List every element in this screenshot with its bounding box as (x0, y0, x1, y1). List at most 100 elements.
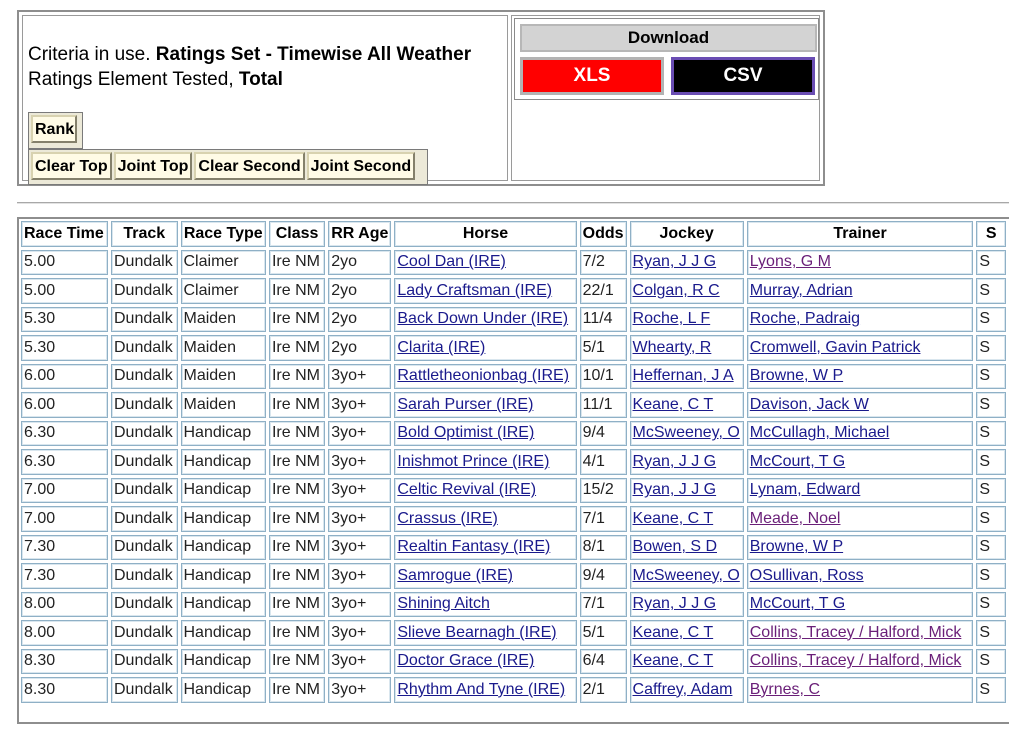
horse-link[interactable]: Samrogue (IRE) (397, 567, 513, 584)
download-box: Download XLS CSV (514, 18, 819, 100)
rr-age-cell: 2yo (328, 335, 392, 361)
table-row: 6.00 Dundalk Maiden Ire NM 3yo+ Rattletheonio… (21, 363, 1006, 389)
extra-cell: S (976, 249, 1006, 275)
jockey-link[interactable]: Keane, C T (633, 510, 714, 527)
joint-top-button[interactable]: Joint Top (113, 152, 193, 180)
jockey-link[interactable]: Ryan, J J G (633, 453, 717, 470)
horse-link[interactable]: Inishmot Prince (IRE) (397, 453, 549, 470)
trainer-link[interactable]: Davison, Jack W (750, 396, 869, 413)
jockey-link[interactable]: Whearty, R (633, 339, 712, 356)
clear-top-button[interactable]: Clear Top (31, 152, 112, 180)
trainer-link[interactable]: McCourt, T G (750, 453, 845, 470)
joint-second-button[interactable]: Joint Second (306, 152, 416, 180)
class-cell: Ire NM (268, 363, 326, 389)
horse-link[interactable]: Slieve Bearnagh (IRE) (397, 624, 556, 641)
rr-age-cell: 3yo+ (328, 620, 392, 646)
trainer-link[interactable]: Roche, Padraig (750, 310, 860, 327)
horse-link[interactable]: Crassus (IRE) (397, 510, 497, 527)
jockey-cell: Keane, C T (629, 506, 744, 532)
header-odds[interactable]: Odds (579, 221, 627, 247)
track-cell: Dundalk (110, 506, 178, 532)
horse-link[interactable]: Doctor Grace (IRE) (397, 652, 534, 669)
header-track[interactable]: Track (110, 221, 178, 247)
trainer-cell: Byrnes, C (746, 677, 974, 703)
jockey-link[interactable]: Keane, C T (633, 624, 714, 641)
jockey-link[interactable]: McSweeney, O (633, 424, 740, 441)
extra-cell: S (976, 477, 1006, 503)
table-header-row: Race Time Track Race Type Class RR Age H… (21, 221, 1006, 247)
horse-link[interactable]: Lady Craftsman (IRE) (397, 282, 552, 299)
download-title: Download (520, 24, 817, 52)
jockey-link[interactable]: Ryan, J J G (633, 253, 717, 270)
odds-cell: 11/4 (579, 306, 627, 332)
trainer-link[interactable]: Collins, Tracey / Halford, Mick (750, 624, 962, 641)
odds-cell: 4/1 (579, 449, 627, 475)
header-jockey[interactable]: Jockey (629, 221, 744, 247)
horse-link[interactable]: Clarita (IRE) (397, 339, 485, 356)
jockey-link[interactable]: Bowen, S D (633, 538, 717, 555)
jockey-link[interactable]: Colgan, R C (633, 282, 720, 299)
trainer-link[interactable]: Browne, W P (750, 538, 843, 555)
track-cell: Dundalk (110, 620, 178, 646)
csv-download-button[interactable]: CSV (671, 57, 815, 95)
rank-button[interactable]: Rank (31, 115, 77, 143)
header-trainer[interactable]: Trainer (746, 221, 974, 247)
extra-cell: S (976, 335, 1006, 361)
jockey-link[interactable]: Keane, C T (633, 652, 714, 669)
trainer-link[interactable]: OSullivan, Ross (750, 567, 864, 584)
rank-button-group: Rank (28, 112, 83, 149)
horse-link[interactable]: Sarah Purser (IRE) (397, 396, 533, 413)
trainer-cell: Browne, W P (746, 534, 974, 560)
race-type-cell: Handicap (180, 648, 266, 674)
horse-link[interactable]: Back Down Under (IRE) (397, 310, 568, 327)
trainer-link[interactable]: McCullagh, Michael (750, 424, 890, 441)
trainer-link[interactable]: Lyons, G M (750, 253, 831, 270)
race-time-cell: 8.30 (21, 648, 108, 674)
race-type-cell: Handicap (180, 591, 266, 617)
jockey-cell: Caffrey, Adam (629, 677, 744, 703)
criteria-cell: Criteria in use. Ratings Set - Timewise … (22, 15, 508, 185)
trainer-link[interactable]: Browne, W P (750, 367, 843, 384)
horse-link[interactable]: Bold Optimist (IRE) (397, 424, 534, 441)
header-rr-age[interactable]: RR Age (328, 221, 392, 247)
trainer-link[interactable]: Murray, Adrian (750, 282, 853, 299)
jockey-link[interactable]: Caffrey, Adam (633, 681, 733, 698)
horse-link[interactable]: Celtic Revival (IRE) (397, 481, 536, 498)
xls-download-button[interactable]: XLS (520, 57, 664, 95)
trainer-link[interactable]: Byrnes, C (750, 681, 820, 698)
jockey-link[interactable]: Keane, C T (633, 396, 714, 413)
clear-second-button[interactable]: Clear Second (194, 152, 305, 180)
jockey-link[interactable]: McSweeney, O (633, 567, 740, 584)
rr-age-cell: 3yo+ (328, 363, 392, 389)
header-class[interactable]: Class (268, 221, 326, 247)
track-cell: Dundalk (110, 648, 178, 674)
jockey-link[interactable]: Roche, L F (633, 310, 711, 327)
rr-age-cell: 3yo+ (328, 506, 392, 532)
trainer-link[interactable]: Collins, Tracey / Halford, Mick (750, 652, 962, 669)
trainer-cell: Meade, Noel (746, 506, 974, 532)
header-horse[interactable]: Horse (394, 221, 577, 247)
track-cell: Dundalk (110, 534, 178, 560)
header-extra[interactable]: S (976, 221, 1006, 247)
horse-link[interactable]: Rhythm And Tyne (IRE) (397, 681, 565, 698)
jockey-cell: Ryan, J J G (629, 591, 744, 617)
table-row: 5.00 Dundalk Claimer Ire NM 2yo Lady Craftsma… (21, 278, 1006, 304)
horse-link[interactable]: Realtin Fantasy (IRE) (397, 538, 550, 555)
jockey-link[interactable]: Ryan, J J G (633, 595, 717, 612)
trainer-link[interactable]: Cromwell, Gavin Patrick (750, 339, 921, 356)
header-race-time[interactable]: Race Time (21, 221, 108, 247)
trainer-link[interactable]: Lynam, Edward (750, 481, 861, 498)
jockey-cell: Keane, C T (629, 392, 744, 418)
horse-link[interactable]: Shining Aitch (397, 595, 490, 612)
horse-link[interactable]: Rattletheonionbag (IRE) (397, 367, 569, 384)
header-race-type[interactable]: Race Type (180, 221, 266, 247)
trainer-link[interactable]: McCourt, T G (750, 595, 845, 612)
jockey-link[interactable]: Ryan, J J G (633, 481, 717, 498)
rr-age-cell: 3yo+ (328, 648, 392, 674)
horse-link[interactable]: Cool Dan (IRE) (397, 253, 505, 270)
jockey-link[interactable]: Heffernan, J A (633, 367, 734, 384)
jockey-cell: Keane, C T (629, 620, 744, 646)
race-time-cell: 7.00 (21, 477, 108, 503)
trainer-link[interactable]: Meade, Noel (750, 510, 841, 527)
extra-cell: S (976, 620, 1006, 646)
